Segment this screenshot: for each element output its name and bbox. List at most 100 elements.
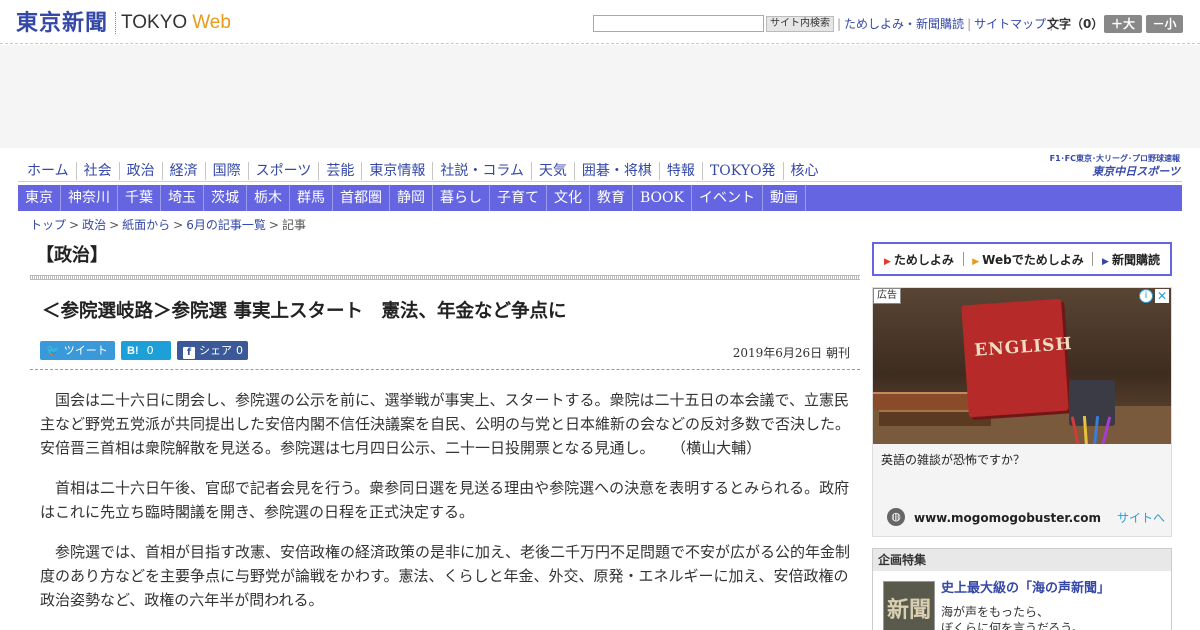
article-author: （横山大輔） xyxy=(678,439,762,457)
section-title: 【政治】 xyxy=(36,245,108,266)
link-trial-subscribe[interactable]: ためしよみ・新聞購読 xyxy=(844,17,964,31)
rnav-tochigi[interactable]: 栃木 xyxy=(247,185,290,211)
nav-home[interactable]: ホーム xyxy=(20,162,76,180)
site-search-input[interactable] xyxy=(593,15,764,32)
rnav-kanagawa[interactable]: 神奈川 xyxy=(61,185,118,211)
sports-banner-tagline: F1･FC東京･大リーグ･プロ野球速報 xyxy=(1049,154,1180,163)
sidebar-ad[interactable]: ENGLISH 広告 i ✕ 英語の雑談が恐怖ですか？ ◍ www.mogomo… xyxy=(872,287,1172,537)
hatena-bookmark-button[interactable]: B! 0 xyxy=(121,341,171,360)
triangle-right-icon: ▶ xyxy=(972,256,980,267)
publish-date: 2019年6月26日 朝刊 xyxy=(732,346,850,360)
english-book-image: ENGLISH xyxy=(961,298,1074,418)
nav-entertainment[interactable]: 芸能 xyxy=(318,162,361,180)
nav-divider xyxy=(18,181,1182,182)
feature-subtitle: 海が声をもったら、 xyxy=(941,605,1050,619)
site-header: 東京新聞 TOKYO Web サイト内検索 | ためしよみ・新聞購読 | サイトマップ… xyxy=(0,0,1200,44)
feature-thumbnail[interactable]: 新聞 xyxy=(883,581,935,630)
facebook-share-label: シェア xyxy=(199,344,232,357)
nav-tokuho[interactable]: 特報 xyxy=(658,162,702,180)
tab-trial-read[interactable]: ▶ ためしよみ xyxy=(884,251,954,268)
rnav-tokyo[interactable]: 東京 xyxy=(18,185,61,211)
logo-japanese: 東京新聞 xyxy=(16,10,109,36)
section-divider xyxy=(30,275,860,280)
pencil-cup-image xyxy=(1069,380,1115,444)
ad-caption: 英語の雑談が恐怖ですか？ xyxy=(881,453,1026,467)
article-paragraph: 国会は二十六日に閉会し、参院選の公示を前に、選挙戦が事実上、スタートする。衆院は… xyxy=(40,391,851,457)
rnav-saitama[interactable]: 埼玉 xyxy=(161,185,204,211)
feature-box: 企画特集 新聞 史上最大級の「海の声新聞」 海が声をもったら、 ぼくらに何を言う… xyxy=(872,548,1172,630)
logo-web: Web xyxy=(192,12,231,33)
global-nav: ホーム 社会 政治 経済 国際 スポーツ 芸能 東京情報 社説・コラム 天気 囲… xyxy=(20,159,826,183)
article-body: 国会は二十六日に閉会し、参院選の公示を前に、選挙戦が事実上、スタートする。衆院は… xyxy=(40,388,852,628)
nav-kakushin[interactable]: 核心 xyxy=(782,162,826,180)
tab-web-trial-read[interactable]: ▶ Webでためしよみ xyxy=(972,251,1083,268)
rnav-education[interactable]: 教育 xyxy=(590,185,633,211)
breadcrumb-print-edition[interactable]: 紙面から xyxy=(122,218,170,232)
rnav-gunma[interactable]: 群馬 xyxy=(290,185,333,211)
rnav-shizuoka[interactable]: 静岡 xyxy=(390,185,433,211)
nav-sports[interactable]: スポーツ xyxy=(247,162,319,180)
site-logo[interactable]: 東京新聞 TOKYO Web xyxy=(16,10,231,36)
triangle-right-icon: ▶ xyxy=(1102,256,1109,267)
article-headline: ＜参院選岐路＞参院選 事実上スタート 憲法、年金など争点に xyxy=(42,301,567,322)
article-paragraph: 首相は二十六日午後、官邸で記者会見を行う。衆参同日選を見送る理由や参院選への決意… xyxy=(40,479,850,521)
breadcrumb-june-list[interactable]: 6月の記事一覧 xyxy=(186,218,266,232)
article-paragraph: 参院選では、首相が目指す改憲、安倍政権の経済政策の是非に加え、老後二千万円不足問… xyxy=(40,543,851,609)
feature-subtitle: ぼくらに何を言うだろう。 xyxy=(941,621,1084,630)
logo-divider xyxy=(115,12,117,34)
rnav-book[interactable]: BOOK xyxy=(633,185,692,211)
facebook-share-button[interactable]: f シェア 0 xyxy=(177,341,248,360)
ad-cta-link[interactable]: サイトへ xyxy=(1117,510,1165,526)
twitter-bird-icon: 🐦 xyxy=(46,344,60,357)
ad-info-icon[interactable]: i xyxy=(1139,289,1153,303)
rnav-parenting[interactable]: 子育て xyxy=(490,185,547,211)
facebook-icon: f xyxy=(183,347,195,359)
breadcrumb-politics[interactable]: 政治 xyxy=(82,218,106,232)
header-links: | ためしよみ・新聞購読 | サイトマップ | xyxy=(837,17,1054,31)
ad-book-title: ENGLISH xyxy=(973,333,1074,361)
ad-image: ENGLISH xyxy=(873,288,1171,444)
font-smaller-button[interactable]: －小 xyxy=(1146,15,1183,33)
nav-weather[interactable]: 天気 xyxy=(530,162,574,180)
facebook-share-count: 0 xyxy=(236,344,243,357)
rnav-shutoken[interactable]: 首都圏 xyxy=(333,185,390,211)
font-size-label: 文字（0） xyxy=(1047,17,1104,31)
breadcrumb-current: 記事 xyxy=(281,218,306,232)
nav-tokyo-hatsu[interactable]: TOKYO発 xyxy=(701,162,783,180)
globe-icon: ◍ xyxy=(887,508,905,526)
rnav-chiba[interactable]: 千葉 xyxy=(118,185,161,211)
ad-label: 広告 xyxy=(873,288,901,304)
rnav-event[interactable]: イベント xyxy=(692,185,763,211)
nav-tokyo-info[interactable]: 東京情報 xyxy=(361,162,432,180)
ad-close-icon[interactable]: ✕ xyxy=(1155,289,1169,303)
site-search-button[interactable]: サイト内検索 xyxy=(766,16,834,32)
hatena-icon: B! xyxy=(127,345,139,357)
regional-nav: 東京 神奈川 千葉 埼玉 茨城 栃木 群馬 首都圏 静岡 暮らし 子育て 文化 … xyxy=(18,185,1182,211)
tweet-button[interactable]: 🐦 ツイート xyxy=(40,341,115,360)
rnav-living[interactable]: 暮らし xyxy=(433,185,490,211)
rnav-culture[interactable]: 文化 xyxy=(547,185,590,211)
logo-tokyo: TOKYO xyxy=(121,12,188,33)
breadcrumb-top[interactable]: トップ xyxy=(30,218,66,232)
chunichi-sports-banner[interactable]: F1･FC東京･大リーグ･プロ野球速報 東京中日スポーツ xyxy=(1028,153,1180,180)
font-larger-button[interactable]: ＋大 xyxy=(1104,15,1142,33)
nav-society[interactable]: 社会 xyxy=(75,162,119,180)
rnav-ibaraki[interactable]: 茨城 xyxy=(204,185,247,211)
nav-go-shogi[interactable]: 囲碁・将棋 xyxy=(573,162,659,180)
nav-international[interactable]: 国際 xyxy=(204,162,248,180)
sports-banner-logo: 東京中日スポーツ xyxy=(1092,165,1180,178)
hatena-count: 0 xyxy=(146,344,154,357)
tweet-label: ツイート xyxy=(63,344,108,357)
breadcrumb: トップ > 政治 > 紙面から >6月の記事一覧 > 記事 xyxy=(30,218,306,232)
feature-heading: 企画特集 xyxy=(873,549,1171,571)
article-divider xyxy=(30,369,860,370)
tab-subscribe[interactable]: ▶ 新聞購読 xyxy=(1102,251,1160,268)
feature-title-link[interactable]: 史上最大級の「海の声新聞」 xyxy=(941,580,1110,598)
nav-editorial-column[interactable]: 社説・コラム xyxy=(432,162,531,180)
rnav-video[interactable]: 動画 xyxy=(763,185,806,211)
nav-politics[interactable]: 政治 xyxy=(118,162,162,180)
subscription-tabs: ▶ ためしよみ ▶ Webでためしよみ ▶ 新聞購読 xyxy=(872,242,1172,276)
link-sitemap[interactable]: サイトマップ xyxy=(974,17,1046,31)
triangle-right-icon: ▶ xyxy=(884,256,891,267)
nav-economy[interactable]: 経済 xyxy=(161,162,205,180)
